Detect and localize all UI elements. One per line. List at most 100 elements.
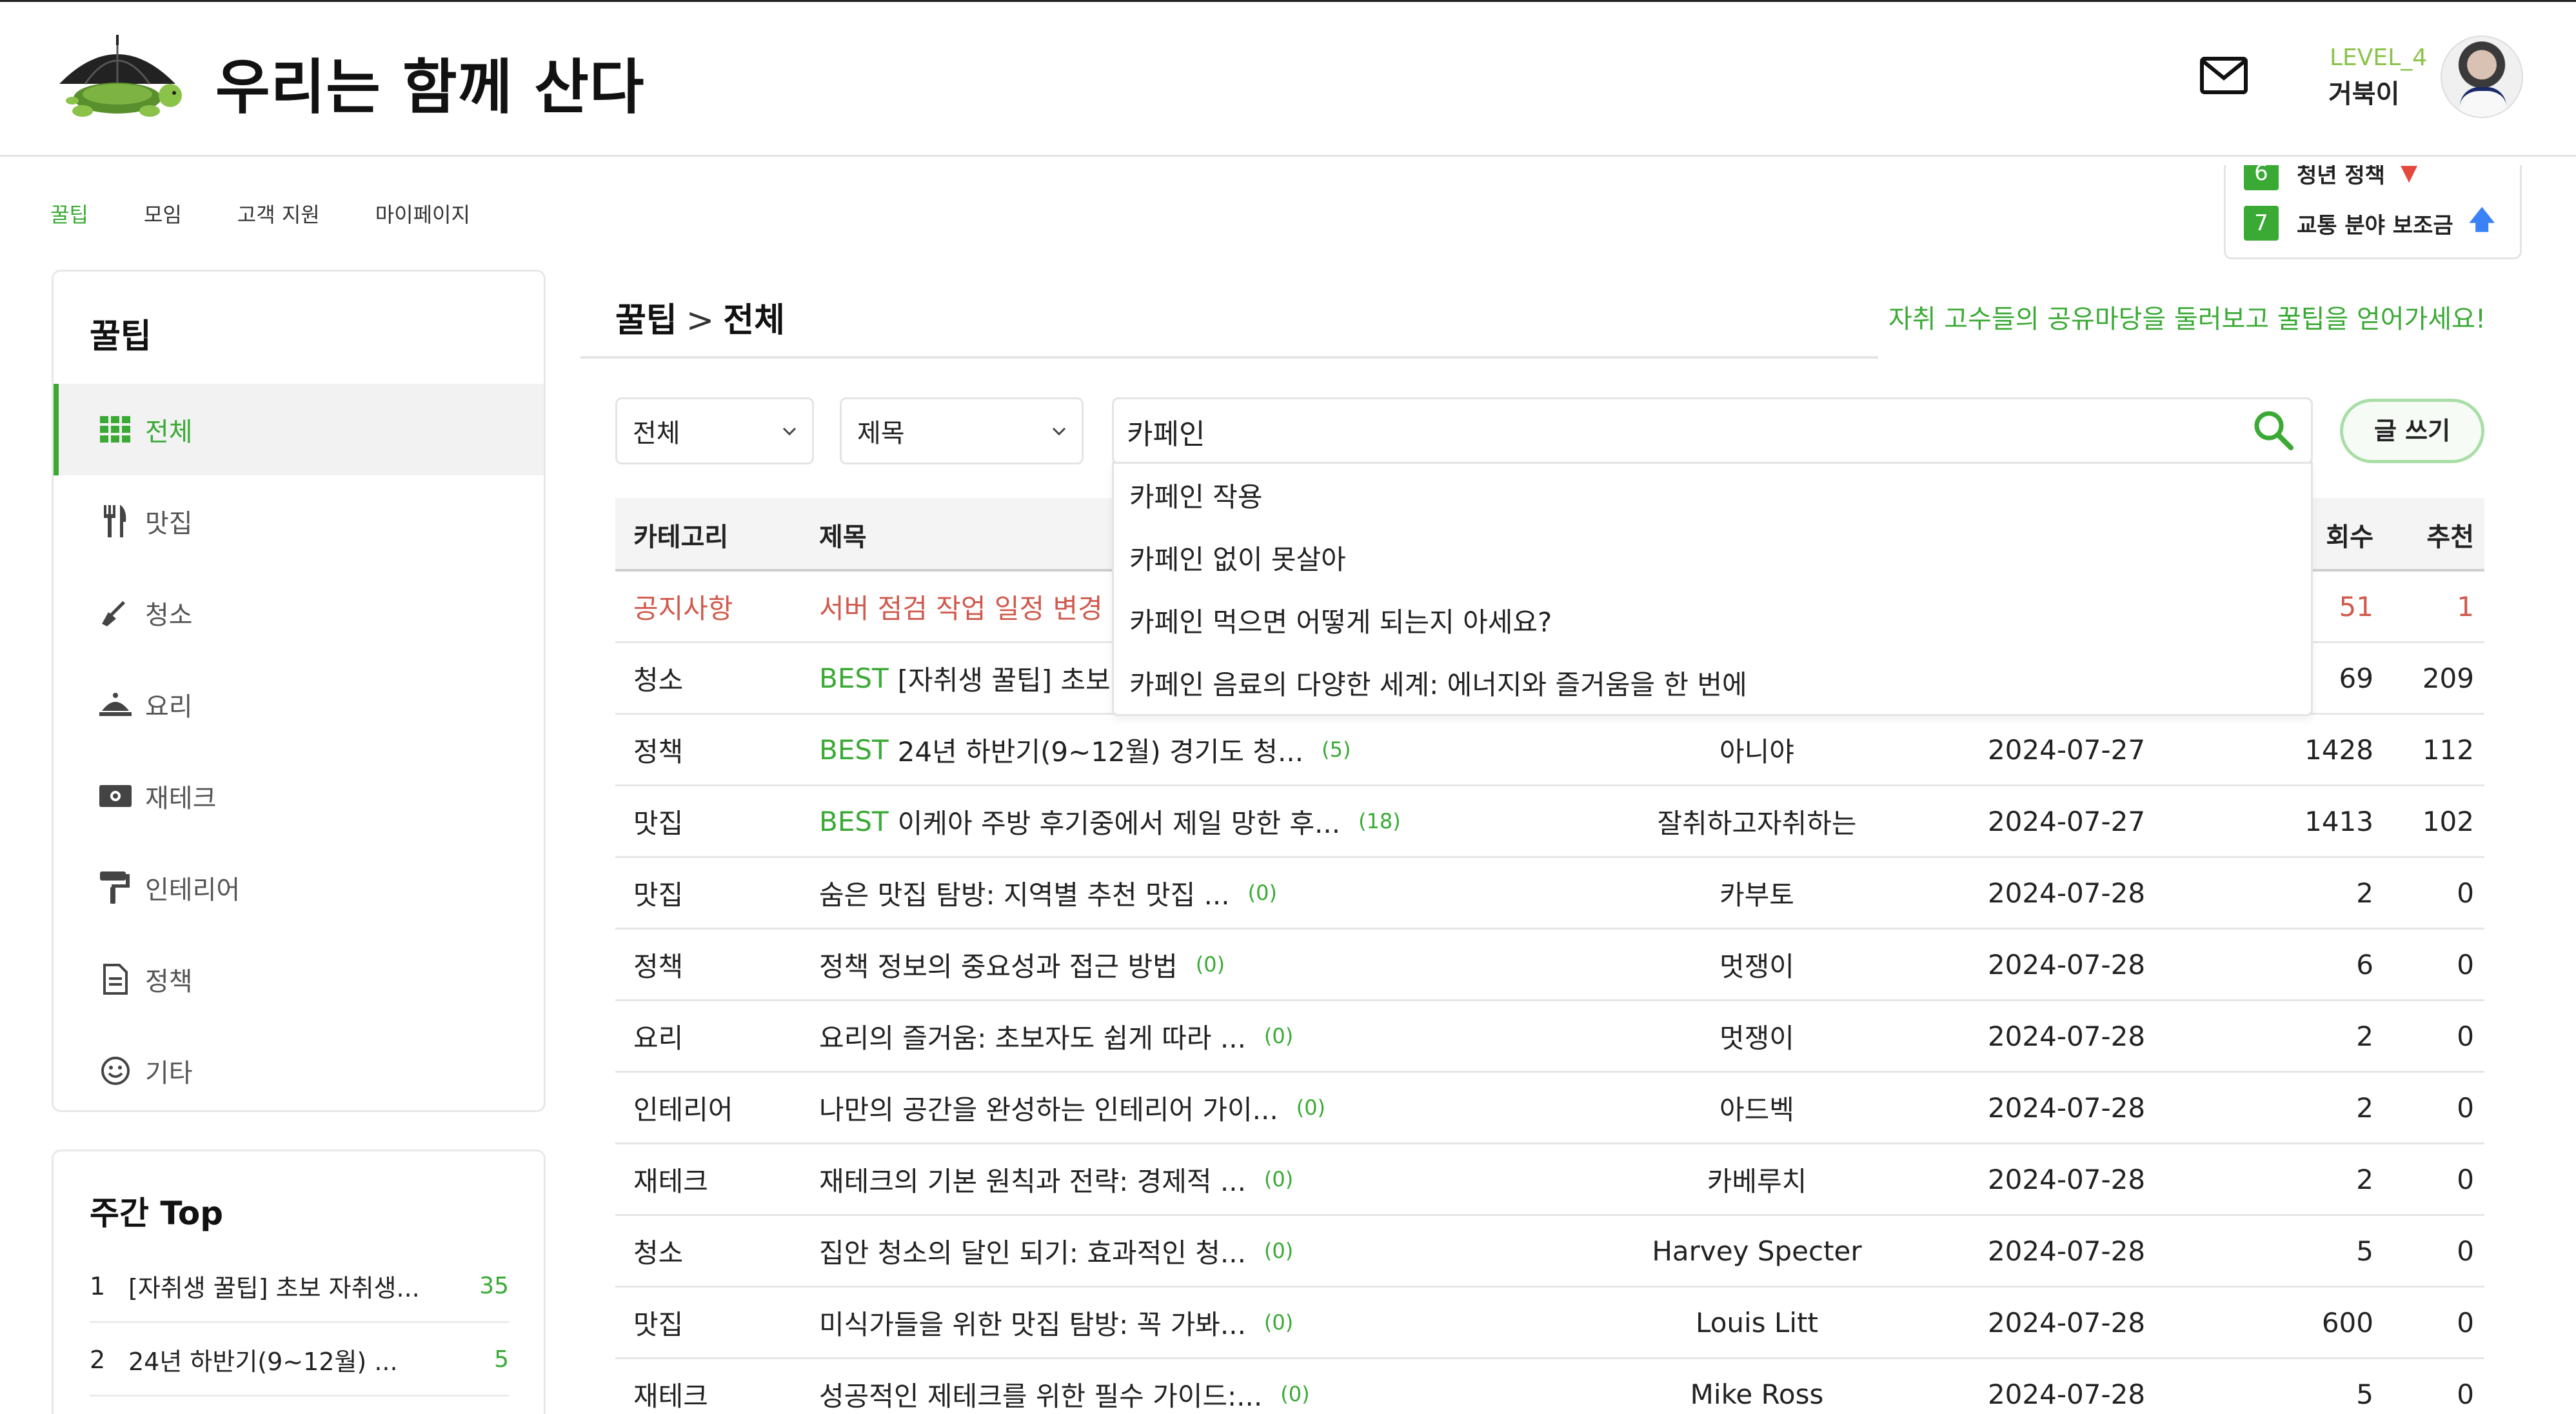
search-icon[interactable]: [2252, 409, 2295, 452]
row-title[interactable]: 서버 점검 작업 일정 변경 안: [819, 572, 1136, 641]
row-title[interactable]: 집안 청소의 달인 되기: 효과적인 청... (0): [819, 1216, 1293, 1286]
main-nav: 꿀팁 모임 고객 지원 마이페이지: [50, 199, 526, 228]
chevron-down-icon: [1052, 427, 1066, 436]
suggestion-item[interactable]: 카페인 없이 못살아: [1129, 526, 1346, 588]
weekly-top-item[interactable]: 2 24년 하반기(9~12월) ... 5: [90, 1324, 509, 1397]
nav-item-support[interactable]: 고객 지원: [237, 199, 320, 228]
sidebar-item-etc[interactable]: 기타: [54, 1025, 544, 1117]
row-recommend: 0: [2457, 1163, 2474, 1195]
row-title-text: 이케아 주방 후기중에서 제일 망한 후...: [897, 807, 1341, 839]
row-title-text: 서버 점검 작업 일정 변경 안: [819, 592, 1136, 624]
row-date: 2024-07-28: [1987, 1235, 2146, 1267]
row-views: 2: [2356, 1091, 2373, 1124]
row-title[interactable]: 미식가들을 위한 맛집 탐방: 꼭 가봐... (0): [819, 1288, 1293, 1357]
suggestion-item[interactable]: 카페인 음료의 다양한 세계: 에너지와 즐거움을 한 번에: [1129, 652, 1747, 713]
weekly-top-item-title: 24년 하반기(9~12월) ...: [128, 1348, 398, 1376]
write-post-button[interactable]: 글 쓰기: [2340, 399, 2484, 463]
row-author[interactable]: 카부토: [1602, 858, 1912, 928]
row-author[interactable]: 아니야: [1602, 715, 1912, 784]
row-title[interactable]: 재테크의 기본 원칙과 전략: 경제적 ... (0): [819, 1144, 1293, 1214]
row-title[interactable]: BEST [자취생 꿀팁] 초보 자: [819, 643, 1144, 713]
avatar[interactable]: [2441, 35, 2523, 118]
ticker-item[interactable]: 6 청년 정책 ▼: [2244, 165, 2417, 191]
row-author[interactable]: 멋쟁이: [1602, 930, 1912, 999]
category-select-value: 전체: [633, 419, 680, 448]
table-row[interactable]: 맛집 미식가들을 위한 맛집 탐방: 꼭 가봐... (0) Louis Litt 20…: [615, 1288, 2484, 1359]
sidebar-item-label: 재테크: [145, 784, 217, 813]
row-category: 맛집: [633, 879, 684, 911]
row-title[interactable]: 요리의 즐거움: 초보자도 쉽게 따라 ... (0): [819, 1001, 1293, 1071]
table-row[interactable]: 맛집 BEST 이케아 주방 후기중에서 제일 망한 후... (18) 잘취하고자취하…: [615, 786, 2484, 858]
user-name[interactable]: 거북이: [2328, 73, 2399, 110]
mail-icon[interactable]: [2199, 55, 2248, 96]
row-author[interactable]: 멋쟁이: [1602, 1001, 1912, 1071]
row-author[interactable]: Mike Ross: [1602, 1359, 1912, 1414]
ticker-rank: 6: [2244, 165, 2279, 190]
nav-item-meetup[interactable]: 모임: [144, 199, 182, 228]
nav-item-tips[interactable]: 꿀팁: [50, 199, 88, 228]
best-badge: BEST: [819, 733, 889, 766]
sidebar-item-food[interactable]: 맛집: [54, 475, 544, 567]
row-author[interactable]: 아드벡: [1602, 1073, 1912, 1142]
row-recommend: 112: [2422, 733, 2474, 766]
table-row[interactable]: 재테크 재테크의 기본 원칙과 전략: 경제적 ... (0) 카베루치 2024-07…: [615, 1144, 2484, 1216]
weekly-top-count: 5: [494, 1346, 509, 1373]
row-title[interactable]: 성공적인 제테크를 위한 필수 가이드:... (0): [819, 1359, 1310, 1414]
search-field-select[interactable]: 제목: [840, 397, 1084, 464]
row-title[interactable]: 나만의 공간을 완성하는 인테리어 가이... (0): [819, 1073, 1325, 1142]
sidebar-item-finance[interactable]: 재테크: [54, 750, 544, 842]
table-row[interactable]: 재테크 성공적인 제테크를 위한 필수 가이드:... (0) Mike Ross 20…: [615, 1359, 2484, 1414]
row-recommend: 0: [2457, 1235, 2474, 1267]
sidebar-item-cleaning[interactable]: 청소: [54, 567, 544, 659]
category-select[interactable]: 전체: [615, 397, 814, 464]
row-recommend: 0: [2457, 1306, 2474, 1339]
sidebar-item-label: 청소: [145, 601, 193, 630]
table-row[interactable]: 청소 집안 청소의 달인 되기: 효과적인 청... (0) Harvey Spect…: [615, 1216, 2484, 1288]
row-views: 2: [2356, 1020, 2373, 1052]
row-views: 2: [2356, 1163, 2373, 1195]
row-title-text: 재테크의 기본 원칙과 전략: 경제적 ...: [819, 1165, 1246, 1197]
sidebar-item-all[interactable]: 전체: [54, 384, 544, 475]
row-author[interactable]: 잘취하고자취하는: [1602, 786, 1912, 856]
user-level: LEVEL_4: [2330, 45, 2428, 71]
table-row[interactable]: 맛집 숨은 맛집 탐방: 지역별 추천 맛집 ... (0) 카부토 2024-07-2…: [615, 858, 2484, 930]
sidebar-item-policy[interactable]: 정책: [54, 933, 544, 1025]
row-title-text: 숨은 맛집 탐방: 지역별 추천 맛집 ...: [819, 879, 1230, 911]
suggestion-item[interactable]: 카페인 먹으면 어떻게 되는지 아세요?: [1129, 589, 1552, 651]
row-views: 1413: [2304, 805, 2373, 837]
breadcrumb-root[interactable]: 꿀팁: [615, 301, 677, 340]
table-row[interactable]: 정책 BEST 24년 하반기(9~12월) 경기도 청... (5) 아니야 2024-…: [615, 715, 2484, 786]
table-row[interactable]: 요리 요리의 즐거움: 초보자도 쉽게 따라 ... (0) 멋쟁이 2024-07-2…: [615, 1001, 2484, 1073]
search-input[interactable]: [1127, 411, 2223, 452]
page-tagline: 자취 고수들의 공유마당을 둘러보고 꿀팁을 얻어가세요!: [1888, 304, 2486, 334]
turtle-umbrella-logo[interactable]: [46, 31, 201, 128]
site-title[interactable]: 우리는 함께 산다: [215, 39, 645, 125]
suggestion-item[interactable]: 카페인 작용: [1129, 464, 1263, 526]
row-author[interactable]: Harvey Specter: [1602, 1216, 1912, 1286]
sidebar-item-cooking[interactable]: 요리: [54, 659, 544, 750]
chevron-down-icon: [782, 427, 797, 436]
ticker-item[interactable]: 7 교통 분야 보조금 🡅: [2244, 205, 2495, 241]
row-date: 2024-07-28: [1987, 1091, 2146, 1124]
trending-ticker[interactable]: 6 청년 정책 ▼ 7 교통 분야 보조금 🡅: [2224, 165, 2522, 259]
row-title[interactable]: 숨은 맛집 탐방: 지역별 추천 맛집 ... (0): [819, 858, 1277, 928]
row-recommend: 0: [2457, 1091, 2474, 1124]
row-title[interactable]: 정책 정보의 중요성과 접근 방법 (0): [819, 930, 1225, 999]
row-title-text: 나만의 공간을 완성하는 인테리어 가이...: [819, 1093, 1278, 1126]
row-recommend: 0: [2457, 1378, 2474, 1410]
site-header: 우리는 함께 산다 LEVEL_4 거북이: [0, 2, 2576, 157]
nav-item-mypage[interactable]: 마이페이지: [375, 199, 470, 228]
ticker-rank: 7: [2244, 206, 2279, 241]
row-author[interactable]: 카베루치: [1602, 1144, 1912, 1214]
header-recommend[interactable]: 추천: [2373, 498, 2474, 572]
sidebar-item-label: 전체: [145, 417, 193, 447]
sidebar-item-interior[interactable]: 인테리어: [54, 842, 544, 933]
paint-roller-icon: [97, 870, 134, 906]
row-title[interactable]: BEST 이케아 주방 후기중에서 제일 망한 후... (18): [819, 786, 1401, 856]
table-row[interactable]: 정책 정책 정보의 중요성과 접근 방법 (0) 멋쟁이 2024-07-28 6 0: [615, 930, 2484, 1001]
row-author[interactable]: Louis Litt: [1602, 1288, 1912, 1357]
weekly-top-item[interactable]: 1 [자취생 꿀팁] 초보 자취생... 35: [90, 1251, 509, 1323]
row-recommend: 1: [2457, 590, 2474, 622]
row-title[interactable]: BEST 24년 하반기(9~12월) 경기도 청... (5): [819, 715, 1351, 784]
table-row[interactable]: 인테리어 나만의 공간을 완성하는 인테리어 가이... (0) 아드벡 2024-07…: [615, 1073, 2484, 1144]
